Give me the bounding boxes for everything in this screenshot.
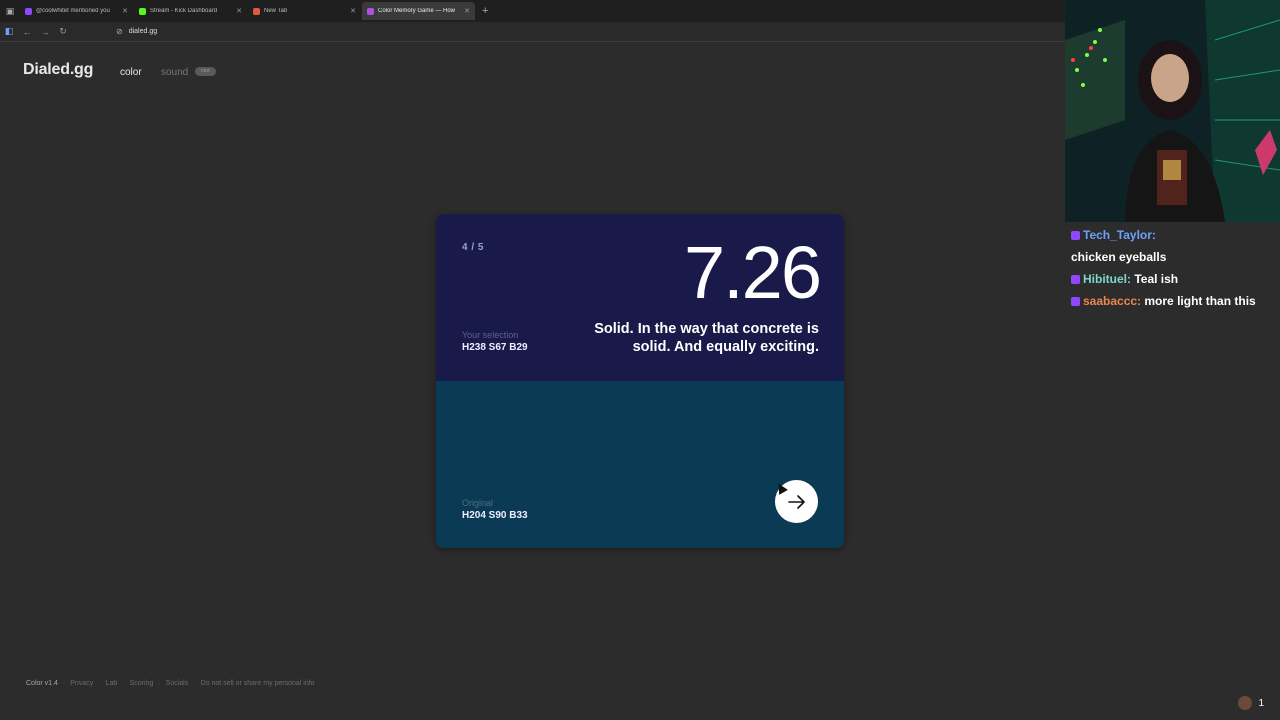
result-card: 4 / 5 7.26 Solid. In the way that concre… [436,214,844,548]
chat-text: chicken eyeballs [1071,250,1167,264]
footer-link[interactable]: Lab [106,680,118,687]
url-text: dialed.gg [128,28,158,35]
address-bar: ◧ ← → ↻ ⊘ dialed.gg [0,22,1065,42]
original-value: H204 S90 B33 [462,510,528,521]
tab-close-icon[interactable]: ✕ [464,7,470,15]
footer-separator: · [158,680,161,687]
tab-close-icon[interactable]: ✕ [236,7,242,15]
tab-favicon-icon [253,7,260,15]
footer-link[interactable]: Do not sell or share my personal info [201,680,315,687]
tab-menu-icon[interactable]: ▣ [0,0,20,22]
chat-text: more light than this [1144,294,1256,308]
footer-version: Color v1.4 [26,680,58,687]
chat-badge-icon [1071,275,1080,285]
site-logo[interactable]: Dialed.gg [23,61,93,79]
selection-swatch: 4 / 5 7.26 Solid. In the way that concre… [436,214,844,381]
chat-message: chicken eyeballs [1071,249,1274,266]
tab-title: Color Memory Game — How [378,8,456,14]
footer-link[interactable]: Socials [166,680,189,687]
selection-label: Your selection [462,330,519,340]
nav-sound-badge: new [195,67,216,76]
score-comment: Solid. In the way that concrete is solid… [594,321,819,355]
chat-message: Hibituel: Teal ish [1071,271,1274,288]
tab-list: @coolwhitet mentioned you ✕ Stream - Kick … [20,2,476,20]
chat-badge-icon [1071,231,1080,241]
tab-close-icon[interactable]: ✕ [350,7,356,15]
tab-favicon-icon [139,7,146,15]
browser-tab[interactable]: New Tab ✕ [248,2,361,20]
site-info-icon[interactable]: ⊘ [116,27,123,36]
new-tab-button[interactable]: + [482,5,488,17]
footer: Color v1.4 · Privacy · Lab · Scoring · Socials ·… [26,680,315,687]
selection-value: H238 S67 B29 [462,342,528,353]
original-label: Original [462,498,494,508]
viewer-count-text: 1 [1258,697,1264,709]
tab-close-icon[interactable]: ✕ [122,7,128,15]
footer-separator: · [122,680,125,687]
url-field[interactable]: ⊘ dialed.gg [116,27,157,36]
chat-badge-icon [1071,297,1080,307]
reload-icon[interactable]: ↻ [54,26,72,37]
footer-separator: · [193,680,196,687]
original-swatch: Original H204 S90 B33 [436,381,844,548]
tab-favicon-icon [367,7,374,15]
viewer-avatar [1238,696,1253,710]
browser-tab[interactable]: @coolwhitet mentioned you ✕ [20,2,133,20]
browser-tab[interactable]: Stream - Kick Dashboard ✕ [134,2,247,20]
webcam-overlay [1065,0,1280,222]
footer-link[interactable]: Privacy [70,680,93,687]
round-progress: 4 / 5 [462,242,484,253]
arrow-right-icon [787,494,805,509]
forward-icon[interactable]: → [36,27,54,37]
stream-chat: Tech_Taylor: chicken eyeballs Hibituel: T… [1065,222,1280,720]
chat-message: Tech_Taylor: [1071,227,1274,244]
viewer-count: 1 [1238,696,1264,710]
tab-title: New Tab [264,8,288,14]
footer-separator: · [62,680,66,687]
footer-separator: · [98,680,101,687]
back-icon[interactable]: ← [18,27,36,37]
page: Dialed.gg color sound new 4 / 5 7.26 Sol… [0,42,1065,720]
score-value: 7.26 [683,231,822,314]
webcam-image [1065,0,1280,222]
footer-link[interactable]: Scoring [130,680,154,687]
nav-color-link[interactable]: color [120,67,142,78]
browser-tab-bar: ▣ @coolwhitet mentioned you ✕ Stream - Kic… [0,0,1065,22]
tab-favicon-icon [25,7,32,15]
chat-text: Teal ish [1134,272,1179,286]
sidebar-icon[interactable]: ◧ [0,26,18,37]
chat-message: saabaccc: more light than this [1071,293,1274,310]
tab-title: @coolwhitet mentioned you [36,8,110,14]
chat-username: Tech_Taylor: [1083,228,1156,242]
chat-username: saabaccc: [1083,294,1142,308]
nav-sound-link[interactable]: sound [161,67,188,78]
tab-title: Stream - Kick Dashboard [150,8,218,14]
chat-username: Hibituel: [1083,272,1131,286]
browser-tab[interactable]: Color Memory Game — How ✕ [362,2,475,20]
